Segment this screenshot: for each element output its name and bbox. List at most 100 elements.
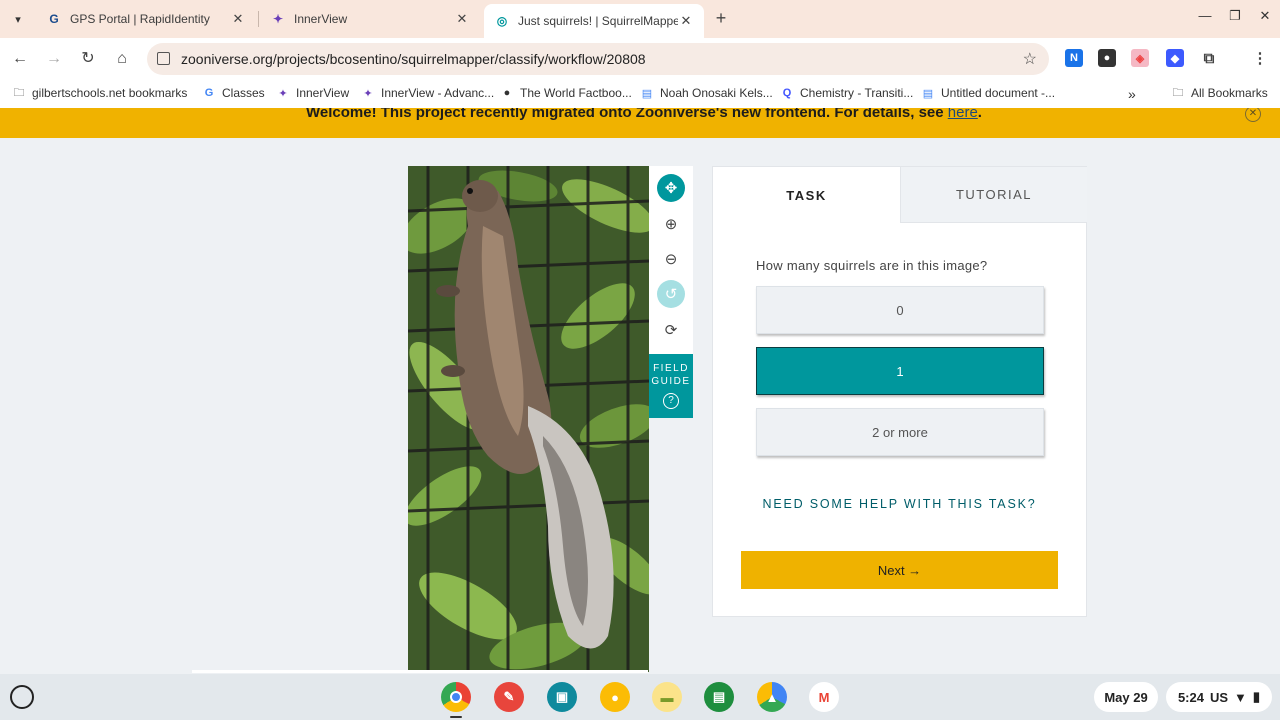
next-button[interactable]: Next → xyxy=(741,551,1058,589)
subject-image[interactable] xyxy=(408,166,649,672)
banner-close-icon[interactable]: ✕ xyxy=(1245,108,1261,122)
gmail-icon[interactable]: M xyxy=(809,682,839,712)
zoom-out-icon[interactable]: ⊖ xyxy=(657,245,685,273)
extensions-puzzle-icon[interactable]: ⧉ xyxy=(1200,49,1218,67)
banner-link[interactable]: here xyxy=(948,108,978,121)
bookmarks-bar: 🗀 gilbertschools.net bookmarks G Classes… xyxy=(0,80,1280,108)
google-icon: G xyxy=(49,12,59,26)
bookmark-label: gilbertschools.net bookmarks xyxy=(32,86,188,100)
bookmark-item[interactable]: ▤ Noah Onosaki Kels... xyxy=(640,86,773,100)
tab-tutorial[interactable]: TUTORIAL xyxy=(900,167,1087,223)
innerview-icon: ✦ xyxy=(278,87,288,100)
classroom-icon[interactable]: ▣ xyxy=(547,682,577,712)
answer-option-2-or-more[interactable]: 2 or more xyxy=(756,408,1044,456)
cia-seal-icon: ● xyxy=(503,87,511,99)
files-icon[interactable]: ▬ xyxy=(652,682,682,712)
tab-squirrelmapper[interactable]: ◎ Just squirrels! | SquirrelMapper ✕ xyxy=(484,4,704,38)
more-bookmarks-glyph: » xyxy=(1128,86,1136,102)
tab-strip: ▾ G GPS Portal | RapidIdentity ✕ ✦ Inner… xyxy=(0,0,1280,38)
close-icon[interactable]: ✕ xyxy=(678,13,694,29)
answer-option-0[interactable]: 0 xyxy=(756,286,1044,334)
docs-icon: ▤ xyxy=(922,87,934,100)
banner-text: Welcome! This project recently migrated … xyxy=(306,108,982,121)
more-bookmarks-button[interactable]: » xyxy=(1128,86,1136,102)
bookmark-item[interactable]: 🗀 gilbertschools.net bookmarks xyxy=(12,86,188,100)
bookmark-star-icon[interactable]: ☆ xyxy=(1023,49,1037,69)
drive-icon[interactable]: ▲ xyxy=(757,682,787,712)
tab-title: Just squirrels! | SquirrelMapper xyxy=(518,14,678,28)
answer-label: 1 xyxy=(896,363,904,379)
innerview-icon: ✦ xyxy=(363,87,373,100)
window-close-button[interactable]: ✕ xyxy=(1254,8,1276,24)
bookmark-item[interactable]: ✦ InnerView - Advanc... xyxy=(361,86,494,100)
tab-title: InnerView xyxy=(294,12,348,26)
reset-view-icon[interactable]: ↺ xyxy=(657,280,685,308)
extension-n-icon[interactable]: N xyxy=(1065,49,1083,67)
restore-button[interactable]: ❐ xyxy=(1224,8,1246,24)
time-text: 5:24 xyxy=(1177,689,1204,705)
bookmark-item[interactable]: Q Chemistry - Transiti... xyxy=(780,86,914,100)
bookmark-item[interactable]: G Classes xyxy=(202,86,265,100)
date-text: May 29 xyxy=(1104,689,1148,705)
task-help-link[interactable]: NEED SOME HELP WITH THIS TASK? xyxy=(713,497,1086,511)
new-tab-button[interactable]: + xyxy=(710,8,732,30)
bookmark-label: The World Factboo... xyxy=(520,86,632,100)
tab-innerview[interactable]: ✦ InnerView ✕ xyxy=(260,4,480,34)
bookmark-item[interactable]: ▤ Untitled document -... xyxy=(921,86,1055,100)
bookmark-item[interactable]: ● The World Factboo... xyxy=(500,86,632,100)
canvas-icon[interactable]: ✎ xyxy=(494,682,524,712)
field-guide-label-2: GUIDE xyxy=(651,376,691,387)
banner-message: Welcome! This project recently migrated … xyxy=(306,108,948,121)
slides-icon[interactable]: ▤ xyxy=(704,682,734,712)
all-bookmarks-button[interactable]: 🗀 All Bookmarks xyxy=(1171,86,1268,100)
extension-pink-icon[interactable]: ◈ xyxy=(1131,49,1149,67)
bookmark-label: Untitled document -... xyxy=(941,86,1056,100)
zoom-in-icon[interactable]: ⊕ xyxy=(657,210,685,238)
back-button[interactable]: ← xyxy=(9,48,31,70)
horizontal-scroll-indicator[interactable] xyxy=(192,670,648,673)
keep-icon[interactable]: ● xyxy=(600,682,630,712)
extension-spy-icon[interactable]: ● xyxy=(1098,49,1116,67)
chrome-icon[interactable] xyxy=(441,682,471,712)
banner-suffix: . xyxy=(977,108,982,121)
date-tray[interactable]: May 29 xyxy=(1094,682,1158,712)
active-app-indicator xyxy=(450,716,462,718)
chevron-down-icon: ▾ xyxy=(15,13,21,26)
reload-button[interactable]: ↻ xyxy=(77,48,99,70)
home-button[interactable]: ⌂ xyxy=(111,48,133,70)
wifi-icon: ▼ xyxy=(1234,689,1247,705)
extension-blue-icon[interactable]: ◆ xyxy=(1166,49,1184,67)
bookmark-label: Noah Onosaki Kels... xyxy=(660,86,773,100)
status-tray[interactable]: 5:24 US ▼ ▮ xyxy=(1166,682,1272,712)
rotate-icon[interactable]: ⟳ xyxy=(657,316,685,344)
tab-search-button[interactable]: ▾ xyxy=(6,8,30,30)
close-icon[interactable]: ✕ xyxy=(454,11,470,27)
image-toolbar: ✥ ⊕ ⊖ ↺ ⟳ xyxy=(649,166,693,354)
url-text: zooniverse.org/projects/bcosentino/squir… xyxy=(181,51,646,67)
os-shelf: ✎ ▣ ● ▬ ▤ ▲ M May 29 5:24 US ▼ ▮ xyxy=(0,674,1280,720)
bookmark-item[interactable]: ✦ InnerView xyxy=(276,86,349,100)
bookmark-label: InnerView - Advanc... xyxy=(381,86,495,100)
bookmark-label: Chemistry - Transiti... xyxy=(800,86,914,100)
minimize-button[interactable]: — xyxy=(1194,8,1216,23)
locale-text: US xyxy=(1209,689,1229,705)
tab-task[interactable]: TASK xyxy=(713,167,900,223)
forward-button[interactable]: → xyxy=(43,48,65,70)
question-icon: ? xyxy=(663,393,679,409)
task-question: How many squirrels are in this image? xyxy=(756,258,988,273)
address-bar[interactable]: zooniverse.org/projects/bcosentino/squir… xyxy=(147,43,1049,75)
close-icon[interactable]: ✕ xyxy=(230,11,246,27)
site-info-icon[interactable] xyxy=(157,52,170,65)
bookmark-label: InnerView xyxy=(296,86,350,100)
folder-managed-icon: 🗀 xyxy=(13,86,25,99)
answer-label: 0 xyxy=(896,302,904,318)
launcher-icon[interactable] xyxy=(10,685,34,709)
menu-kebab-icon[interactable]: ⋮ xyxy=(1251,49,1269,67)
field-guide-label-1: FIELD xyxy=(653,363,689,374)
move-icon[interactable]: ✥ xyxy=(657,174,685,202)
tab-gps-portal[interactable]: G GPS Portal | RapidIdentity ✕ xyxy=(36,4,256,34)
docs-icon: ▤ xyxy=(641,87,653,100)
bookmark-label: Classes xyxy=(222,86,265,100)
answer-option-1[interactable]: 1 xyxy=(756,347,1044,395)
field-guide-button[interactable]: FIELD GUIDE ? xyxy=(649,354,693,418)
